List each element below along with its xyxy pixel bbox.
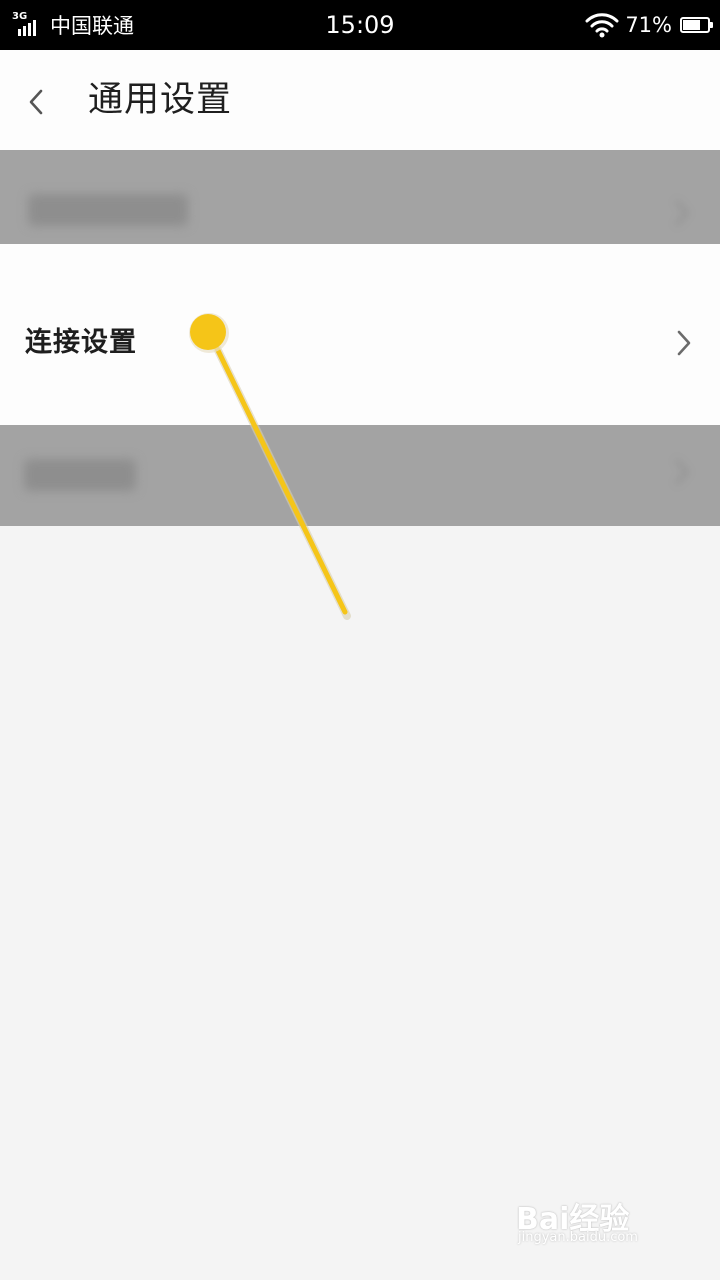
settings-item-obscured-bottom[interactable] [0,425,720,526]
watermark-url: jingyan.baidu.com [518,1230,638,1245]
back-button[interactable] [16,82,56,122]
wifi-icon [585,13,619,38]
settings-item-label: 连接设置 [25,327,137,358]
chevron-right-icon [675,459,689,485]
top-app-bar: 通用设置 [0,50,720,150]
settings-item-obscured-top[interactable] [0,150,720,244]
chevron-right-icon [675,200,689,226]
baidu-jingyan-watermark: Bai经验 jingyan.baidu.com [516,1194,686,1254]
chevron-right-icon [677,330,691,356]
settings-item-label [28,194,188,226]
settings-item-label [24,459,136,491]
battery-percent: 71% [625,13,672,37]
settings-item-connection[interactable]: 连接设置 [0,244,720,425]
battery-level-fill [683,20,700,30]
page-title: 通用设置 [88,80,233,120]
status-right: 71% [585,0,713,50]
status-bar: 3G 中国联通 15:09 71% [0,0,720,50]
chevron-left-icon [29,89,43,115]
battery-icon [680,17,713,33]
